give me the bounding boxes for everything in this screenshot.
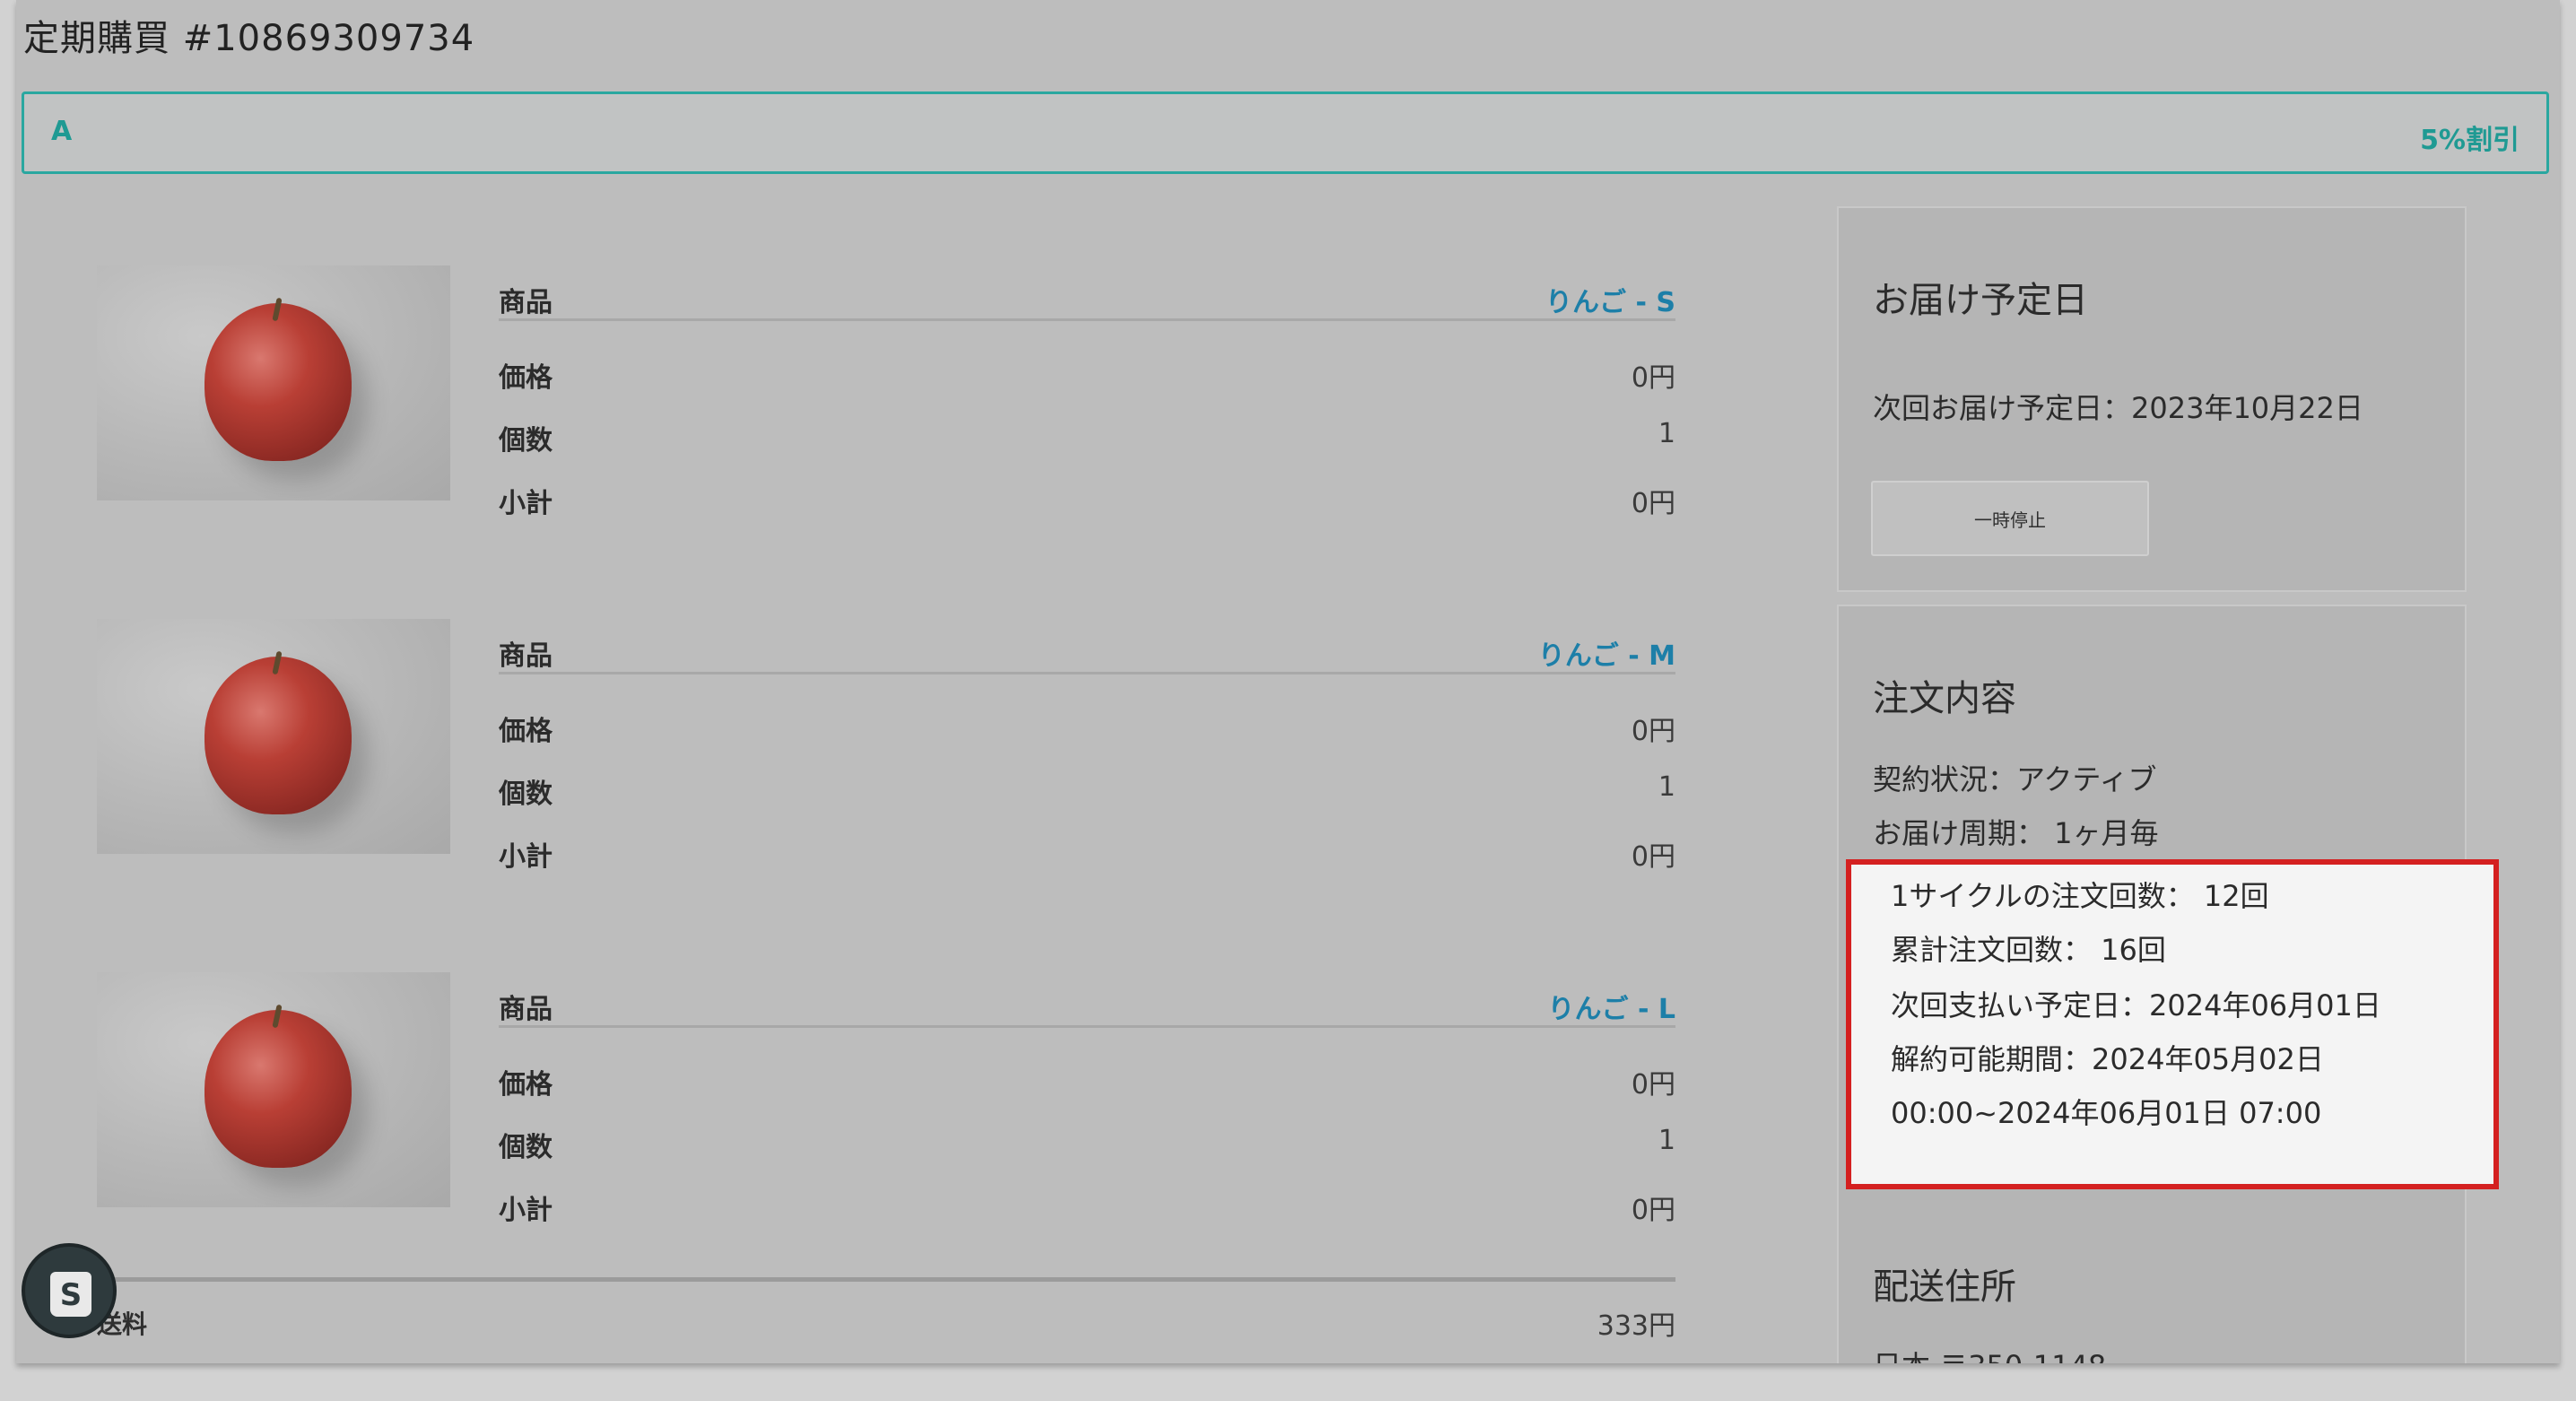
price-value: 0円 <box>1631 1069 1675 1101</box>
quantity-label: 個数 <box>499 779 553 810</box>
address-line: 日本 〒350-1148 <box>1873 1344 2106 1363</box>
page-title: 定期購買 #10869309734 <box>23 18 475 59</box>
contract-status: 契約状況：アクティブ <box>1873 762 2157 796</box>
cancel-period-end: 00:00~2024年06月01日 07:00 <box>1891 1096 2322 1130</box>
quantity-value: 1 <box>1658 1125 1675 1156</box>
quantity-value: 1 <box>1658 418 1675 449</box>
subtotal-row: 小計 0円 <box>499 466 1675 529</box>
next-delivery-date: 次回お届け予定日：2023年10月22日 <box>1873 391 2363 425</box>
quantity-label: 個数 <box>499 425 553 457</box>
cancel-period-start: 解約可能期間：2024年05月02日 <box>1891 1042 2324 1076</box>
price-label: 価格 <box>499 362 553 394</box>
product-link[interactable]: りんご - M <box>1538 633 1675 673</box>
pause-button[interactable]: 一時停止 <box>1871 481 2149 556</box>
quantity-row: 個数 1 <box>499 404 1675 466</box>
delivery-cycle: お届け周期： 1ヶ月毎 <box>1873 816 2159 850</box>
plan-name: A <box>51 116 73 147</box>
total-orders: 累計注文回数： 16回 <box>1891 933 2166 967</box>
subtotal-row: 小計 0円 <box>499 1173 1675 1236</box>
product-image <box>97 619 450 854</box>
price-value: 0円 <box>1631 716 1675 747</box>
shopify-bag-icon[interactable]: S <box>22 1243 117 1338</box>
price-label: 価格 <box>499 716 553 747</box>
line-item: 商品 りんご - M 価格 0円 個数 1 小計 0円 <box>97 619 1693 873</box>
product-label: 商品 <box>499 994 553 1025</box>
shopify-logo: S <box>50 1272 91 1317</box>
subtotal-value: 0円 <box>1631 841 1675 873</box>
shipping-value: 333円 <box>1597 1310 1675 1342</box>
page: 定期購買 #10869309734 A 5%割引 商品 りんご - S 価格 0… <box>16 0 2560 1363</box>
price-value: 0円 <box>1631 362 1675 394</box>
price-label: 価格 <box>499 1069 553 1101</box>
subtotal-value: 0円 <box>1631 1195 1675 1226</box>
price-row: 価格 0円 <box>499 1048 1675 1110</box>
plan-bar: A 5%割引 <box>22 91 2549 174</box>
delivery-panel: お届け予定日 次回お届け予定日：2023年10月22日 一時停止 <box>1837 206 2467 592</box>
next-payment-date: 次回支払い予定日：2024年06月01日 <box>1891 988 2381 1022</box>
quantity-value: 1 <box>1658 771 1675 803</box>
quantity-row: 個数 1 <box>499 757 1675 820</box>
subtotal-value: 0円 <box>1631 488 1675 519</box>
quantity-row: 個数 1 <box>499 1110 1675 1173</box>
product-link[interactable]: りんご - L <box>1548 987 1675 1026</box>
address-heading: 配送住所 <box>1873 1266 2016 1308</box>
product-row: 商品 りんご - S <box>499 265 1675 321</box>
plan-discount: 5%割引 <box>2420 125 2519 156</box>
product-label: 商品 <box>499 287 553 318</box>
subtotal-label: 小計 <box>499 841 553 873</box>
subtotal-label: 小計 <box>499 1195 553 1226</box>
order-heading: 注文内容 <box>1873 678 2016 719</box>
product-row: 商品 りんご - L <box>499 972 1675 1028</box>
product-image <box>97 972 450 1207</box>
product-image <box>97 265 450 500</box>
quantity-label: 個数 <box>499 1132 553 1163</box>
line-item: 商品 りんご - L 価格 0円 個数 1 小計 0円 <box>97 972 1693 1226</box>
orders-per-cycle: 1サイクルの注文回数： 12回 <box>1891 879 2269 913</box>
highlighted-order-info: 1サイクルの注文回数： 12回 累計注文回数： 16回 次回支払い予定日：202… <box>1846 859 2499 1189</box>
price-row: 価格 0円 <box>499 694 1675 757</box>
subtotal-row: 小計 0円 <box>499 820 1675 883</box>
price-row: 価格 0円 <box>499 341 1675 404</box>
shipping-row: 送料 333円 <box>97 1277 1675 1342</box>
delivery-heading: お届け予定日 <box>1873 280 2088 321</box>
product-label: 商品 <box>499 640 553 672</box>
product-row: 商品 りんご - M <box>499 619 1675 674</box>
product-link[interactable]: りんご - S <box>1545 280 1675 319</box>
subtotal-label: 小計 <box>499 488 553 519</box>
line-item: 商品 りんご - S 価格 0円 個数 1 小計 0円 <box>97 265 1693 519</box>
